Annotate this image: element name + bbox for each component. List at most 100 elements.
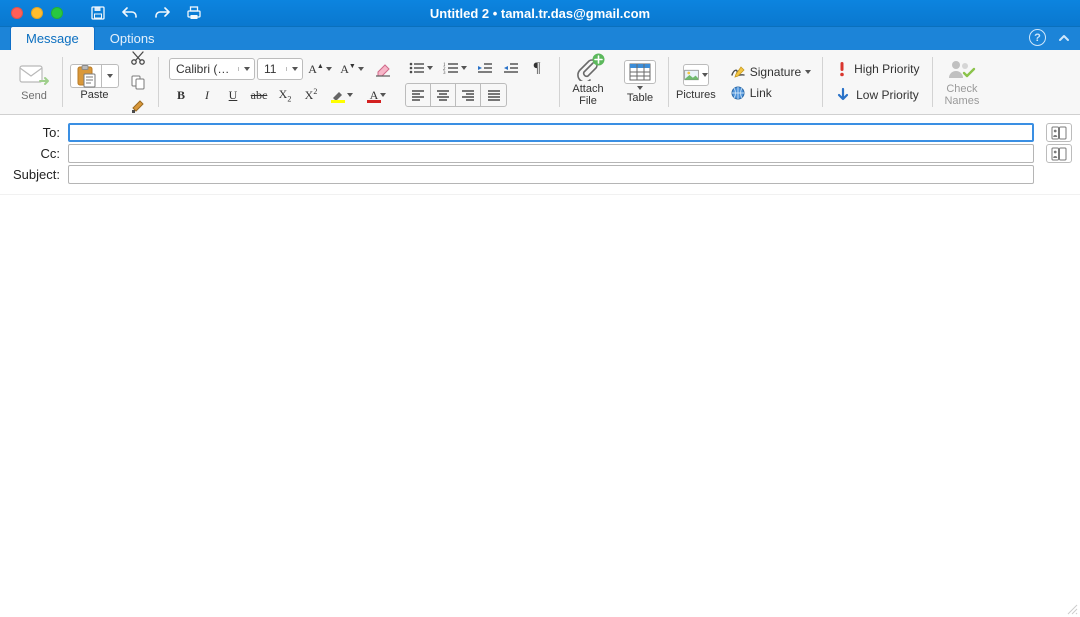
align-left-icon — [411, 89, 425, 101]
grow-font-button[interactable]: A▲ — [305, 58, 335, 80]
to-field[interactable] — [68, 123, 1034, 142]
clear-formatting-button[interactable] — [369, 58, 397, 80]
to-address-book-button[interactable] — [1046, 123, 1072, 142]
numbering-button[interactable]: 123 — [439, 57, 471, 79]
envelope-send-icon — [18, 62, 50, 88]
align-justify-button[interactable] — [481, 84, 506, 106]
bullets-button[interactable] — [405, 57, 437, 79]
send-button[interactable]: Send — [13, 60, 55, 104]
link-button[interactable]: Link — [726, 83, 815, 103]
strikethrough-icon: abc — [251, 88, 268, 103]
message-body-area — [0, 195, 1080, 617]
shrink-font-button[interactable]: A▼ — [337, 58, 367, 80]
underline-button[interactable]: U — [221, 84, 245, 106]
align-right-button[interactable] — [456, 84, 481, 106]
attach-file-label: Attach File — [572, 83, 603, 107]
group-font-paragraph: Calibri (Bo… 11 A▲ A▼ B I — [159, 53, 559, 111]
pictures-label: Pictures — [676, 89, 716, 101]
window-minimize-button[interactable] — [31, 7, 43, 19]
title-bar: Untitled 2 • tamal.tr.das@gmail.com — [0, 0, 1080, 27]
eraser-icon — [374, 61, 392, 77]
group-clipboard: Paste — [63, 53, 158, 111]
font-size-select[interactable]: 11 — [257, 58, 303, 80]
font-family-value: Calibri (Bo… — [170, 62, 238, 76]
copy-button[interactable] — [125, 71, 151, 93]
align-left-button[interactable] — [406, 84, 431, 106]
low-priority-label: Low Priority — [856, 88, 919, 102]
superscript-button[interactable]: X2 — [299, 84, 323, 106]
paste-dropdown[interactable] — [101, 64, 119, 88]
numbering-icon: 123 — [443, 61, 459, 75]
cc-field[interactable] — [68, 144, 1034, 163]
italic-button[interactable]: I — [195, 84, 219, 106]
pictures-button[interactable] — [683, 64, 709, 86]
collapse-ribbon-button[interactable] — [1056, 30, 1072, 46]
group-insert-1: Attach File Table — [560, 53, 668, 111]
svg-text:3: 3 — [443, 71, 446, 75]
paste-button[interactable] — [70, 64, 119, 88]
cut-button[interactable] — [125, 47, 151, 69]
redo-button[interactable] — [153, 4, 171, 22]
message-body[interactable] — [0, 196, 1080, 617]
align-right-icon — [461, 89, 475, 101]
quick-access-toolbar — [89, 4, 203, 22]
low-priority-button[interactable]: Low Priority — [830, 84, 925, 106]
scissors-icon — [130, 50, 146, 66]
cc-label: Cc: — [8, 146, 60, 161]
copy-icon — [130, 74, 146, 90]
indent-icon — [503, 61, 519, 75]
table-button[interactable]: Table — [619, 58, 661, 106]
strikethrough-button[interactable]: abc — [247, 84, 271, 106]
superscript-icon: X2 — [305, 87, 318, 103]
low-priority-icon — [836, 87, 850, 103]
cc-address-book-button[interactable] — [1046, 144, 1072, 163]
message-headers: To: Cc: Subject: — [0, 115, 1080, 195]
format-painter-button[interactable] — [125, 95, 151, 117]
window-close-button[interactable] — [11, 7, 23, 19]
paragraph-marks-button[interactable]: ¶ — [525, 57, 549, 79]
save-button[interactable] — [89, 4, 107, 22]
subject-label: Subject: — [8, 167, 60, 182]
resize-grip-icon[interactable] — [1066, 603, 1078, 615]
increase-indent-button[interactable] — [499, 57, 523, 79]
tab-options[interactable]: Options — [95, 27, 170, 50]
alignment-group — [405, 83, 507, 107]
signature-icon — [730, 65, 746, 79]
high-priority-button[interactable]: High Priority — [830, 58, 925, 80]
tab-message[interactable]: Message — [10, 26, 95, 50]
subscript-button[interactable]: X2 — [273, 84, 297, 106]
clipboard-paste-icon — [75, 64, 97, 88]
table-label: Table — [627, 92, 653, 104]
link-label: Link — [750, 86, 772, 100]
check-names-icon — [947, 57, 977, 81]
decrease-indent-button[interactable] — [473, 57, 497, 79]
group-priority: High Priority Low Priority — [823, 53, 932, 111]
bold-button[interactable]: B — [169, 84, 193, 106]
window-controls — [0, 7, 63, 19]
align-center-button[interactable] — [431, 84, 456, 106]
align-justify-icon — [487, 89, 501, 101]
bullets-icon — [409, 61, 425, 75]
shrink-font-icon: A▼ — [340, 62, 356, 77]
check-names-button[interactable]: Check Names — [940, 55, 983, 109]
italic-icon: I — [205, 88, 209, 103]
attach-file-button[interactable]: Attach File — [567, 55, 609, 109]
underline-icon: U — [229, 88, 238, 103]
help-button[interactable]: ? — [1029, 29, 1046, 46]
undo-button[interactable] — [121, 4, 139, 22]
font-color-button[interactable]: A — [361, 84, 395, 106]
window-zoom-button[interactable] — [51, 7, 63, 19]
ribbon: Send Paste — [0, 50, 1080, 115]
font-family-select[interactable]: Calibri (Bo… — [169, 58, 255, 80]
font-size-value: 11 — [258, 62, 286, 76]
picture-icon — [684, 67, 699, 83]
send-label: Send — [21, 90, 47, 102]
subject-field[interactable] — [68, 165, 1034, 184]
group-send: Send — [6, 53, 62, 111]
print-button[interactable] — [185, 4, 203, 22]
table-dropdown[interactable] — [637, 86, 643, 90]
outdent-icon — [477, 61, 493, 75]
signature-button[interactable]: Signature — [726, 62, 815, 82]
highlight-color-button[interactable] — [325, 84, 359, 106]
check-names-label: Check Names — [944, 83, 979, 107]
